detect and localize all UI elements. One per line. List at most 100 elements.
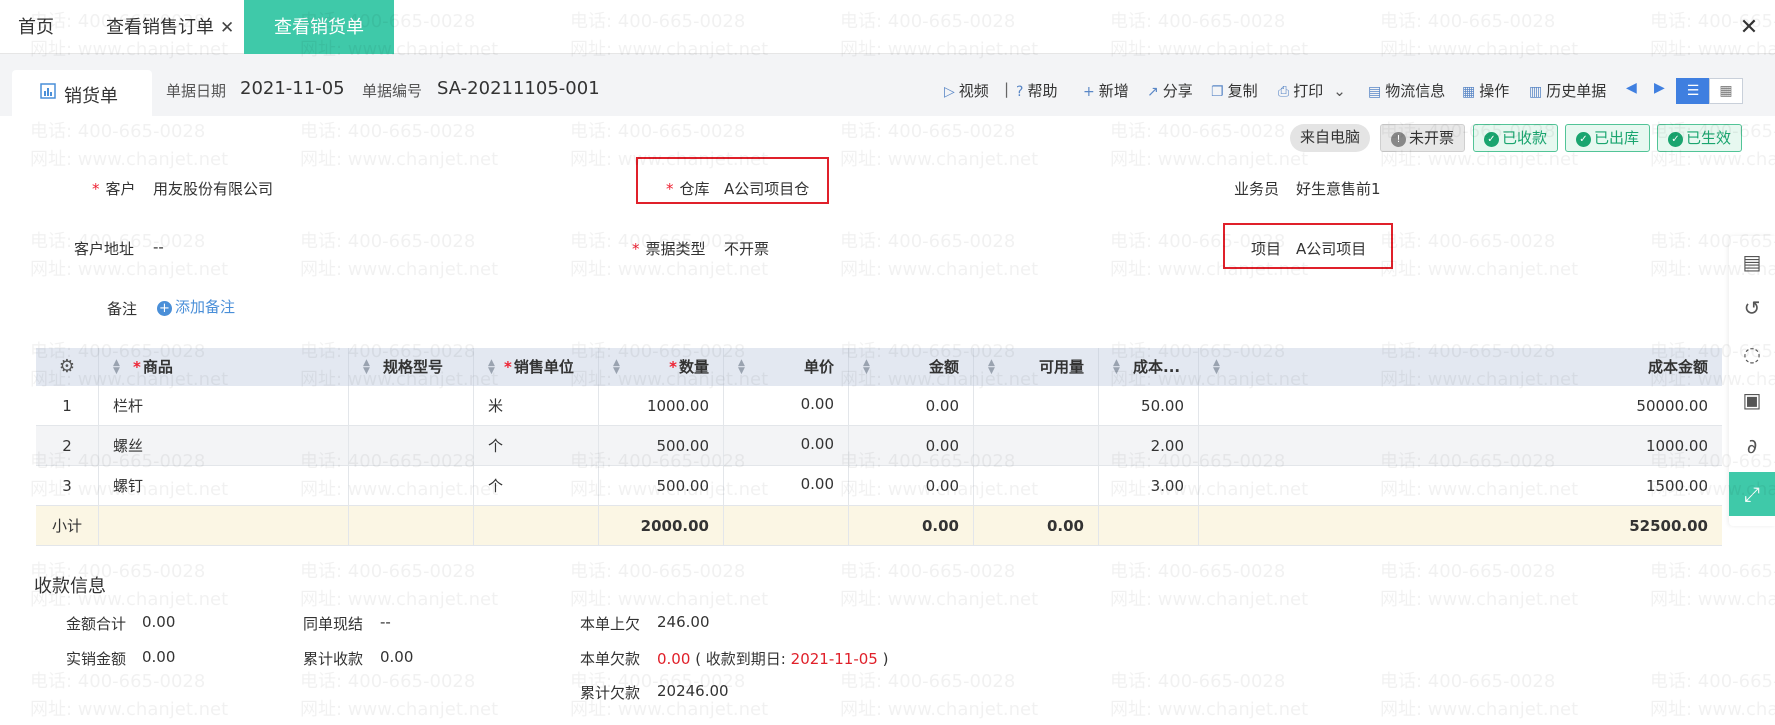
tab-label: 查看销售订单 bbox=[106, 17, 214, 38]
attachment-icon[interactable]: ∂ bbox=[1729, 424, 1775, 468]
header-cost-amount[interactable]: ▲ ▼ 成本金额 bbox=[1199, 348, 1722, 386]
cell-unit[interactable]: 米 bbox=[474, 386, 599, 425]
customer-address-value[interactable]: -- bbox=[153, 238, 164, 256]
cell-available bbox=[974, 426, 1099, 465]
history-icon[interactable]: ↺ bbox=[1729, 286, 1775, 330]
table-settings-button[interactable]: ⚙ bbox=[36, 348, 99, 386]
subtotal-label: 小计 bbox=[36, 506, 99, 545]
cell-qty[interactable]: 500.00 bbox=[599, 466, 724, 505]
cell-unit[interactable]: 个 bbox=[474, 426, 599, 465]
operate-button[interactable]: ▦ 操作 bbox=[1462, 80, 1509, 101]
payment-section-title: 收款信息 bbox=[34, 576, 106, 597]
top-tab-bar: 首页 查看销售订单 ✕ 查看销货单✕ ✕ bbox=[0, 0, 1775, 94]
table-row[interactable]: 3 螺钉 个 500.00 0.00 0.00 3.00 1500.00 bbox=[36, 466, 1722, 506]
help-button[interactable]: ? 帮助 bbox=[1016, 80, 1057, 101]
watermark-text: 电话: 400-665-0028网址: www.chanjet.net bbox=[840, 231, 1039, 280]
window-close-button[interactable]: ✕ bbox=[1731, 10, 1767, 46]
cell-qty[interactable]: 1000.00 bbox=[599, 386, 724, 425]
print-button[interactable]: ⎙ 打印 ⌄ bbox=[1278, 80, 1346, 101]
cell-product[interactable]: 螺丝 bbox=[99, 426, 349, 465]
cell-cost-amount: 1500.00 bbox=[1645, 477, 1708, 495]
help-icon: ? bbox=[1016, 84, 1024, 100]
table-row[interactable]: 2 螺丝 个 500.00 0.00 0.00 2.00 1000.00 bbox=[36, 426, 1722, 466]
add-note-button[interactable]: + 添加备注 bbox=[157, 296, 235, 317]
invoice-type-value[interactable]: 不开票 bbox=[724, 238, 769, 259]
header-spec[interactable]: ▲ ▼ 规格型号 bbox=[349, 348, 474, 386]
chevron-down-icon[interactable]: ⌄ bbox=[1333, 82, 1346, 100]
close-icon[interactable]: ✕ bbox=[220, 18, 234, 38]
history-button[interactable]: ▥ 历史单据 bbox=[1529, 80, 1606, 101]
header-qty[interactable]: ▲ ▼ * 数量 bbox=[599, 348, 724, 386]
watermark-text: 电话: 400-665-0028网址: www.chanjet.net bbox=[30, 671, 229, 720]
cell-product[interactable]: 螺钉 bbox=[99, 466, 349, 505]
cell-available bbox=[974, 386, 1099, 425]
expand-icon[interactable]: ⤢ bbox=[1729, 472, 1775, 516]
header-product[interactable]: ▲ ▼ * 商品 bbox=[99, 348, 349, 386]
cell-cost: 50.00 bbox=[1099, 386, 1199, 425]
voucher-icon[interactable]: ▣ bbox=[1729, 378, 1775, 422]
header-amount[interactable]: ▲ ▼ 金额 bbox=[849, 348, 974, 386]
logistics-button[interactable]: ▤ 物流信息 bbox=[1368, 80, 1445, 101]
invoice-type-label: * 票据类型 bbox=[632, 240, 706, 258]
header-cost[interactable]: ▲ ▼ 成本... bbox=[1099, 348, 1199, 386]
sort-icon: ▲ ▼ bbox=[1213, 358, 1220, 376]
cell-price[interactable]: 0.00 bbox=[724, 466, 849, 505]
add-button[interactable]: + 新增 bbox=[1083, 80, 1129, 101]
share-button[interactable]: ↗ 分享 bbox=[1147, 80, 1193, 101]
tab-view-sales-order[interactable]: 查看销售订单 ✕ bbox=[106, 0, 234, 54]
tab-home-label: 首页 bbox=[18, 17, 54, 38]
cell-amount[interactable]: 0.00 bbox=[849, 466, 974, 505]
cell-spec[interactable] bbox=[349, 426, 474, 465]
header-unit[interactable]: ▲ ▼ * 销售单位 bbox=[474, 348, 599, 386]
customer-value[interactable]: 用友股份有限公司 bbox=[153, 178, 273, 199]
settle-value: -- bbox=[380, 613, 391, 631]
sort-icon: ▲ ▼ bbox=[738, 358, 745, 376]
video-button[interactable]: ▷ 视频 bbox=[944, 80, 989, 101]
sort-icon: ▲ ▼ bbox=[113, 358, 120, 376]
cell-spec[interactable] bbox=[349, 386, 474, 425]
truck-icon: ▤ bbox=[1368, 84, 1382, 100]
subtotal-cost-amount: 52500.00 bbox=[1629, 517, 1708, 535]
table-row[interactable]: 1 栏杆 米 1000.00 0.00 0.00 50.00 50000.00 bbox=[36, 386, 1722, 426]
project-value[interactable]: A公司项目 bbox=[1296, 238, 1366, 259]
cell-qty[interactable]: 500.00 bbox=[599, 426, 724, 465]
debt-icon[interactable]: ◌ bbox=[1729, 332, 1775, 376]
subtotal-qty: 2000.00 bbox=[599, 506, 724, 545]
salesman-value[interactable]: 好生意售前1 bbox=[1296, 178, 1381, 199]
sort-icon: ▲ ▼ bbox=[488, 358, 495, 376]
prev-document-icon[interactable]: ◀ bbox=[1626, 80, 1637, 96]
next-document-icon[interactable]: ▶ bbox=[1654, 80, 1665, 96]
watermark-text: 电话: 400-665-0028网址: www.chanjet.net bbox=[1650, 671, 1775, 720]
cell-unit[interactable]: 个 bbox=[474, 466, 599, 505]
card-view-icon[interactable]: ▦ bbox=[1709, 78, 1743, 104]
owed-label: 本单欠款 bbox=[580, 650, 641, 668]
status-from-pc: 来自电脑 bbox=[1290, 124, 1371, 152]
cell-price[interactable]: 0.00 bbox=[724, 386, 849, 425]
cell-amount[interactable]: 0.00 bbox=[849, 386, 974, 425]
cell-spec[interactable] bbox=[349, 466, 474, 505]
subtotal-empty bbox=[1099, 506, 1199, 545]
cell-cost-amount: 50000.00 bbox=[1636, 397, 1708, 415]
cell-price[interactable]: 0.00 bbox=[724, 426, 849, 465]
list-view-icon[interactable]: ☰ bbox=[1676, 78, 1710, 104]
check-icon: ✓ bbox=[1668, 132, 1683, 147]
cell-available bbox=[974, 466, 1099, 505]
owed-prev-label: 本单上欠 bbox=[580, 615, 641, 633]
header-price[interactable]: ▲ ▼ 单价 bbox=[724, 348, 849, 386]
tab-home[interactable]: 首页 bbox=[18, 0, 54, 54]
cell-amount[interactable]: 0.00 bbox=[849, 426, 974, 465]
status-paid: ✓ 已收款 bbox=[1473, 124, 1559, 152]
toolbar: ▷ 视频 | ? 帮助 + 新增 ↗ 分享 ❐ 复制 ⎙ 打印 ⌄ ▤ 物流信息 ▦ 操作 ▥ 历史… bbox=[0, 80, 1775, 102]
gear-icon: ⚙ bbox=[58, 356, 76, 377]
cum-received-value: 0.00 bbox=[380, 648, 414, 666]
cell-product[interactable]: 栏杆 bbox=[99, 386, 349, 425]
document-edit-icon[interactable]: ▤ bbox=[1729, 240, 1775, 284]
warehouse-value[interactable]: A公司项目仓 bbox=[724, 178, 809, 199]
status-not-invoiced: ! 未开票 bbox=[1380, 124, 1466, 152]
tab-view-sales-delivery[interactable]: 查看销货单✕ bbox=[244, 0, 394, 94]
watermark-text: 电话: 400-665-0028网址: www.chanjet.net bbox=[30, 121, 229, 170]
subtotal-row: 小计 2000.00 0.00 0.00 52500.00 bbox=[36, 506, 1722, 546]
header-available[interactable]: ▲ ▼ 可用量 bbox=[974, 348, 1099, 386]
copy-icon: ❐ bbox=[1211, 84, 1224, 100]
copy-button[interactable]: ❐ 复制 bbox=[1211, 80, 1258, 101]
